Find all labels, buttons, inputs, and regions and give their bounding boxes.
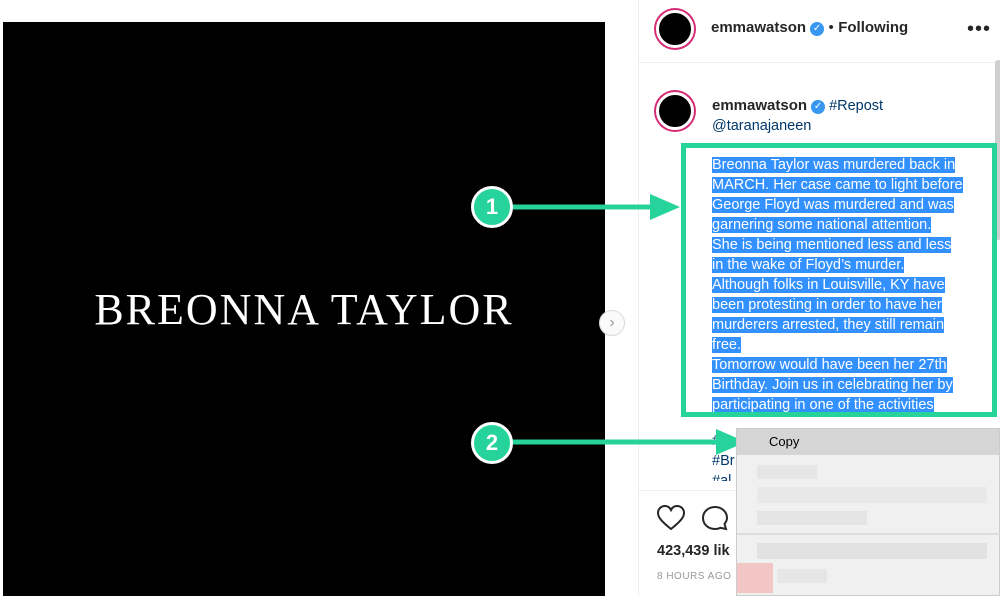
header-separator: • bbox=[828, 19, 834, 36]
post-media-column: BREONNA TAYLOR bbox=[0, 0, 606, 596]
post-time[interactable]: 8 HOURS AGO bbox=[657, 571, 731, 582]
annotation-badge-1: 1 bbox=[471, 186, 513, 228]
chevron-right-icon[interactable]: › bbox=[599, 310, 625, 336]
blurred-menu-item[interactable] bbox=[757, 543, 987, 559]
mention-link[interactable]: @taranajaneen bbox=[712, 118, 811, 134]
caption-username[interactable]: emmawatson bbox=[712, 97, 807, 114]
repost-hashtag[interactable]: #Repost bbox=[829, 98, 883, 114]
blurred-menu-item[interactable] bbox=[777, 569, 827, 583]
context-menu: Copy bbox=[736, 428, 1000, 596]
header-user-line: emmawatson ✓ • Following bbox=[711, 19, 908, 37]
more-options-icon[interactable]: ••• bbox=[967, 18, 991, 41]
comment-icon[interactable] bbox=[701, 505, 729, 531]
blurred-menu-item[interactable] bbox=[757, 511, 867, 525]
following-button[interactable]: Following bbox=[838, 19, 908, 36]
blurred-menu-item[interactable] bbox=[757, 465, 817, 479]
annotation-badge-2: 2 bbox=[471, 422, 513, 464]
post-image-text: BREONNA TAYLOR bbox=[94, 285, 514, 334]
menu-separator bbox=[737, 533, 1000, 535]
heart-icon[interactable] bbox=[657, 505, 685, 531]
copy-menu-item[interactable]: Copy bbox=[737, 429, 999, 455]
post-header: emmawatson ✓ • Following ••• bbox=[639, 0, 1000, 63]
verified-icon: ✓ bbox=[811, 100, 826, 114]
caption-avatar[interactable] bbox=[656, 92, 694, 130]
post-image[interactable]: BREONNA TAYLOR bbox=[3, 22, 605, 596]
blurred-menu-item[interactable] bbox=[757, 487, 987, 503]
caption-header: emmawatson ✓ #Repost @taranajaneen bbox=[712, 96, 982, 136]
avatar[interactable] bbox=[656, 10, 694, 48]
annotation-box-1 bbox=[681, 143, 997, 417]
blurred-icon bbox=[737, 563, 773, 593]
header-username[interactable]: emmawatson bbox=[711, 19, 806, 36]
verified-icon: ✓ bbox=[810, 22, 825, 36]
likes-count[interactable]: 423,439 lik bbox=[657, 543, 730, 559]
